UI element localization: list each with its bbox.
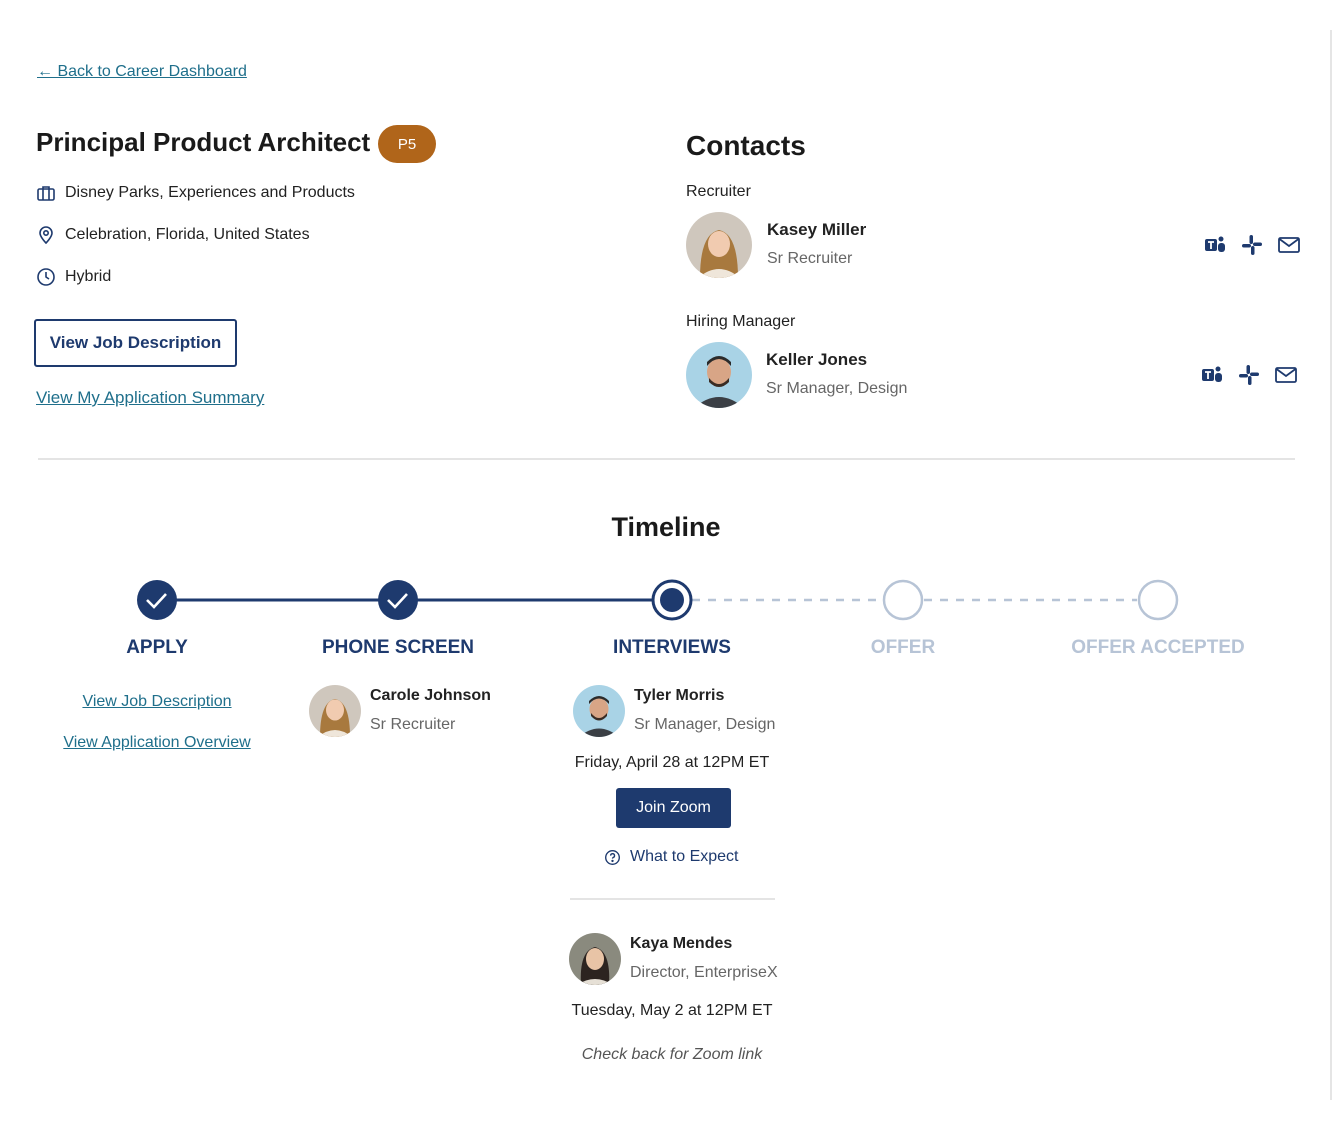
step-label-offer: OFFER	[870, 637, 936, 658]
interview-date: Friday, April 28 at 12PM ET	[574, 754, 770, 771]
briefcase-icon	[37, 186, 55, 201]
apply-view-application-overview-link[interactable]: View Application Overview	[37, 734, 277, 752]
hiring-manager-name: Keller Jones	[766, 350, 868, 369]
teams-icon[interactable]	[1203, 233, 1227, 257]
view-application-summary-link[interactable]: View My Application Summary	[36, 388, 264, 408]
hiring-manager-avatar	[686, 342, 752, 408]
step-label-apply: APPLY	[126, 637, 188, 658]
mail-icon[interactable]	[1277, 233, 1301, 257]
level-badge: P5	[378, 125, 436, 163]
phone-screen-avatar	[309, 685, 361, 737]
interviewer-avatar	[569, 933, 621, 985]
step-label-offer-accepted: OFFER ACCEPTED	[1071, 637, 1245, 658]
step-marker-offer	[882, 579, 924, 621]
hiring-manager-role-label: Hiring Manager	[686, 313, 796, 330]
recruiter-role-label: Recruiter	[686, 183, 751, 200]
interviewer-name: Kaya Mendes	[630, 935, 733, 952]
section-divider	[38, 458, 1295, 460]
zoom-pending-note: Check back for Zoom link	[581, 1046, 763, 1063]
recruiter-contact-actions	[1203, 233, 1301, 257]
interviewer-title: Director, EnterpriseX	[630, 964, 778, 981]
work-mode-text: Hybrid	[65, 268, 112, 285]
hiring-manager-title: Sr Manager, Design	[766, 380, 908, 397]
interviewer-title: Sr Manager, Design	[634, 716, 776, 733]
department-row: Disney Parks, Experiences and Products	[36, 183, 355, 203]
recruiter-title: Sr Recruiter	[767, 250, 853, 267]
location-pin-icon	[39, 226, 53, 245]
location-row: Celebration, Florida, United States	[36, 225, 310, 245]
help-circle-icon	[605, 849, 620, 865]
slack-icon[interactable]	[1237, 363, 1261, 387]
step-marker-apply	[137, 580, 177, 620]
timeline-title: Timeline	[611, 512, 721, 542]
contacts-title: Contacts	[686, 130, 806, 161]
apply-view-job-description-link[interactable]: View Job Description	[37, 693, 277, 711]
timeline-track	[137, 579, 1179, 621]
recruiter-avatar	[686, 212, 752, 278]
step-marker-phone-screen	[378, 580, 418, 620]
clock-icon	[37, 268, 55, 286]
view-job-description-button[interactable]: View Job Description	[34, 319, 237, 367]
job-title: Principal Product Architect	[36, 127, 371, 157]
back-to-dashboard-link[interactable]: ← Back to Career Dashboard	[37, 63, 247, 81]
location-text: Celebration, Florida, United States	[65, 226, 310, 243]
what-to-expect-link[interactable]: What to Expect	[604, 848, 739, 866]
step-label-phone-screen: PHONE SCREEN	[321, 637, 475, 658]
join-zoom-button[interactable]: Join Zoom	[616, 788, 731, 828]
teams-icon[interactable]	[1200, 363, 1224, 387]
interview-divider	[570, 898, 775, 900]
phone-screen-title: Sr Recruiter	[370, 716, 456, 733]
mail-icon[interactable]	[1274, 363, 1298, 387]
step-label-interviews: INTERVIEWS	[613, 637, 731, 658]
step-marker-offer-accepted	[1137, 579, 1179, 621]
recruiter-name: Kasey Miller	[767, 220, 867, 239]
interviewer-name: Tyler Morris	[634, 687, 725, 704]
phone-screen-name: Carole Johnson	[370, 687, 491, 704]
interviewer-avatar	[573, 685, 625, 737]
what-to-expect-label: What to Expect	[630, 848, 739, 865]
hiring-manager-contact-actions	[1200, 363, 1298, 387]
slack-icon[interactable]	[1240, 233, 1264, 257]
back-arrow-icon: ←	[37, 63, 53, 80]
step-marker-interviews	[651, 579, 693, 621]
interview-date: Tuesday, May 2 at 12PM ET	[571, 1002, 773, 1019]
work-mode-row: Hybrid	[36, 267, 111, 287]
department-text: Disney Parks, Experiences and Products	[65, 184, 355, 201]
